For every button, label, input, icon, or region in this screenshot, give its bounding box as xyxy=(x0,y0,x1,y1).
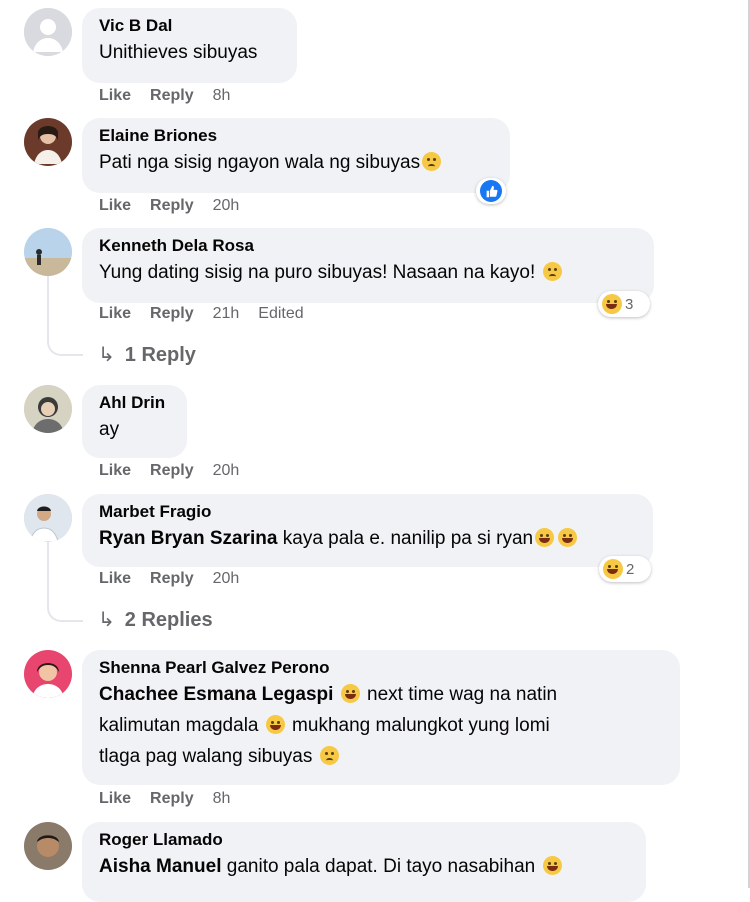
comment-bubble: Ahl Drin ay xyxy=(82,385,187,458)
like-button[interactable]: Like xyxy=(99,790,131,807)
comment-text: tlaga pag walang sibuyas xyxy=(99,741,664,772)
mention-link[interactable]: Ryan Bryan Szarina xyxy=(99,528,277,549)
reaction-summary[interactable] xyxy=(476,178,506,204)
avatar[interactable] xyxy=(24,822,72,870)
mention-link[interactable]: Aisha Manuel xyxy=(99,856,221,877)
reaction-count: 2 xyxy=(626,560,635,578)
comment-text: Yung dating sisig na puro sibuyas! Nasaa… xyxy=(99,257,638,288)
comment-author[interactable]: Roger Llamado xyxy=(99,829,630,851)
comment-text: Aisha Manuel ganito pala dapat. Di tayo … xyxy=(99,851,630,882)
avatar[interactable] xyxy=(24,650,72,698)
view-replies-link[interactable]: ↳ 1 Reply xyxy=(98,342,196,367)
laughing-emoji-icon xyxy=(542,856,562,875)
reply-button[interactable]: Reply xyxy=(150,87,194,104)
comment-time[interactable]: 8h xyxy=(213,87,231,104)
comment-text: Unithieves sibuyas xyxy=(99,42,258,63)
comment-actions: Like Reply 8h xyxy=(99,790,249,808)
comment-bubble: Roger Llamado Aisha Manuel ganito pala d… xyxy=(82,822,646,902)
like-button[interactable]: Like xyxy=(99,570,131,587)
reply-arrow-icon: ↳ xyxy=(98,609,115,631)
reply-button[interactable]: Reply xyxy=(150,570,194,587)
comment-author[interactable]: Kenneth Dela Rosa xyxy=(99,235,638,257)
comment-actions: Like Reply 20h xyxy=(99,462,258,480)
avatar[interactable] xyxy=(24,494,72,542)
avatar[interactable] xyxy=(24,385,72,433)
comment-text: Pati nga sisig ngayon wala ng sibuyas xyxy=(99,147,494,178)
sad-emoji-icon xyxy=(319,746,339,765)
comment-text: Chachee Esmana Legaspi next time wag na … xyxy=(99,684,558,705)
like-reaction-icon xyxy=(480,180,502,202)
comment-time[interactable]: 20h xyxy=(213,570,240,587)
default-avatar-icon[interactable] xyxy=(24,8,72,56)
reply-button[interactable]: Reply xyxy=(150,197,194,214)
like-button[interactable]: Like xyxy=(99,87,131,104)
comment-time[interactable]: 20h xyxy=(213,197,240,214)
avatar[interactable] xyxy=(24,228,72,276)
reply-button[interactable]: Reply xyxy=(150,462,194,479)
comment-actions: Like Reply 20h xyxy=(99,197,258,215)
laughing-emoji-icon xyxy=(265,715,285,734)
comment-actions: Like Reply 21h Edited xyxy=(99,305,323,323)
comment-text: kalimutan magdala mukhang malungkot yung… xyxy=(99,715,550,736)
comment-author[interactable]: Ahl Drin xyxy=(99,392,171,414)
sad-emoji-icon xyxy=(542,262,562,281)
reply-button[interactable]: Reply xyxy=(150,305,194,322)
laughing-emoji-icon xyxy=(535,528,555,547)
haha-reaction-icon xyxy=(602,294,622,314)
comment-author[interactable]: Shenna Pearl Galvez Perono xyxy=(99,657,664,679)
comment-text: Ryan Bryan Szarina kaya pala e. nanilip … xyxy=(99,523,637,554)
replies-count: 1 Reply xyxy=(124,344,196,366)
comment-author[interactable]: Elaine Briones xyxy=(99,125,494,147)
crying-emoji-icon xyxy=(422,152,442,171)
like-button[interactable]: Like xyxy=(99,462,131,479)
comment-author[interactable]: Vic B Dal xyxy=(99,15,281,37)
comment-author[interactable]: Marbet Fragio xyxy=(99,501,637,523)
edited-label: Edited xyxy=(258,305,304,322)
comment-bubble: Marbet Fragio Ryan Bryan Szarina kaya pa… xyxy=(82,494,653,567)
reaction-summary[interactable]: 2 xyxy=(599,556,651,582)
comment-text: ay xyxy=(99,419,120,440)
comment-actions: Like Reply 8h xyxy=(99,87,249,105)
laughing-emoji-icon xyxy=(340,684,360,703)
like-button[interactable]: Like xyxy=(99,305,131,322)
reaction-summary[interactable]: 3 xyxy=(598,291,650,317)
comment-time[interactable]: 20h xyxy=(213,462,240,479)
replies-count: 2 Replies xyxy=(124,609,213,631)
haha-reaction-icon xyxy=(603,559,623,579)
laughing-emoji-icon xyxy=(558,528,578,547)
reply-button[interactable]: Reply xyxy=(150,790,194,807)
comment-bubble: Shenna Pearl Galvez Perono Chachee Esman… xyxy=(82,650,680,785)
thread-connector xyxy=(47,276,83,356)
mention-link[interactable]: Chachee Esmana Legaspi xyxy=(99,684,333,705)
comment-bubble: Kenneth Dela Rosa Yung dating sisig na p… xyxy=(82,228,654,303)
comment-bubble: Vic B Dal Unithieves sibuyas xyxy=(82,8,297,83)
comment-time[interactable]: 8h xyxy=(213,790,231,807)
thread-connector xyxy=(47,542,83,622)
comment-bubble: Elaine Briones Pati nga sisig ngayon wal… xyxy=(82,118,510,193)
view-replies-link[interactable]: ↳ 2 Replies xyxy=(98,607,213,632)
like-button[interactable]: Like xyxy=(99,197,131,214)
comment-time[interactable]: 21h xyxy=(213,305,240,322)
reaction-count: 3 xyxy=(625,295,634,313)
avatar[interactable] xyxy=(24,118,72,166)
reply-arrow-icon: ↳ xyxy=(98,344,115,366)
comment-actions: Like Reply 20h xyxy=(99,570,258,588)
